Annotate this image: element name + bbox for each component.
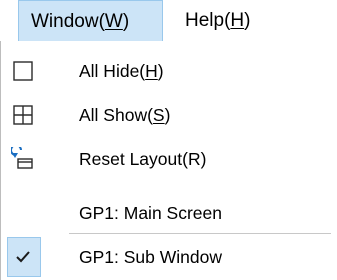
- window-dropdown: All Hide(H) All Show(S) Reset Layout(R) …: [0, 41, 337, 280]
- menu-item-gp1-main-screen[interactable]: GP1: Main Screen: [1, 191, 337, 235]
- menu-item-all-hide[interactable]: All Hide(H): [1, 49, 337, 93]
- menu-item-all-show-label: All Show(S): [79, 105, 171, 125]
- menu-item-gp1-sub-window[interactable]: GP1: Sub Window: [1, 235, 337, 279]
- menu-help-accel: H: [230, 10, 245, 31]
- square-icon: [11, 59, 35, 83]
- grid-icon: [11, 103, 35, 127]
- menu-window[interactable]: Window(W): [18, 0, 163, 41]
- menu-item-reset-layout-label: Reset Layout(R): [79, 149, 207, 169]
- menu-item-all-show[interactable]: All Show(S): [1, 93, 337, 137]
- menu-window-close: ): [122, 11, 130, 32]
- menu-window-label: Window(: [31, 11, 105, 32]
- menu-item-reset-layout[interactable]: Reset Layout(R): [1, 137, 337, 181]
- menu-item-gp1-sub-label: GP1: Sub Window: [79, 247, 222, 267]
- checkmark-icon: [11, 245, 35, 269]
- reset-layout-icon: [10, 144, 35, 171]
- menu-help-close: ): [244, 10, 251, 31]
- menu-help-label: Help(: [185, 10, 231, 31]
- menu-item-all-hide-label: All Hide(H): [79, 61, 164, 81]
- menu-item-gp1-main-label: GP1: Main Screen: [79, 203, 222, 223]
- menu-help[interactable]: Help(H): [173, 0, 262, 41]
- menu-window-accel: W: [104, 11, 123, 32]
- menu-bar: Window(W) Help(H): [0, 0, 337, 41]
